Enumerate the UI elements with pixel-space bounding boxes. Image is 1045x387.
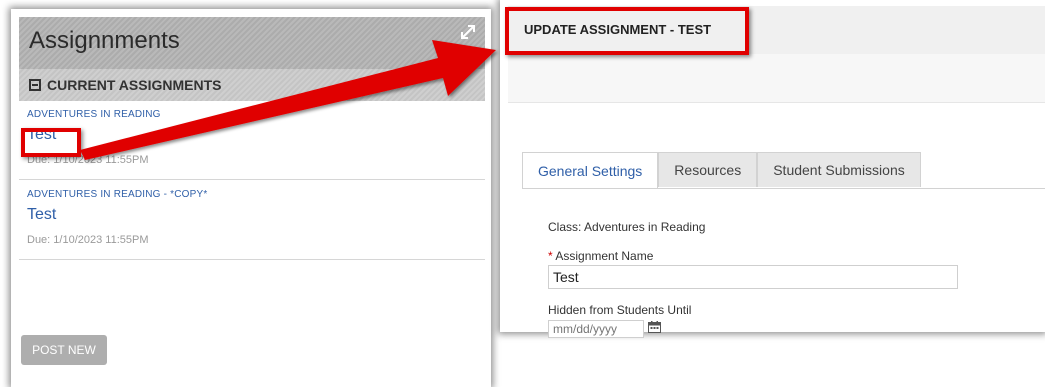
annotation-box-title	[505, 7, 749, 55]
assignment-class[interactable]: ADVENTURES IN READING	[27, 109, 161, 120]
section-title: CURRENT ASSIGNMENTS	[47, 77, 222, 93]
class-line: Class: Adventures in Reading	[548, 220, 706, 234]
post-new-button[interactable]: POST NEW	[21, 335, 107, 365]
assignment-name-label-text: Assignment Name	[555, 249, 654, 263]
hidden-until-date-input[interactable]	[548, 320, 644, 338]
tab-general-settings[interactable]: General Settings	[522, 152, 659, 189]
minus-square-icon[interactable]	[29, 79, 41, 91]
tab-divider	[522, 188, 1045, 189]
annotation-box-test-link	[21, 128, 81, 157]
assignments-panel: Assignnments CURRENT ASSIGNMENTS ADVENTU…	[11, 9, 491, 387]
tab-student-submissions[interactable]: Student Submissions	[757, 152, 921, 187]
tab-resources[interactable]: Resources	[658, 152, 758, 187]
expand-icon[interactable]	[459, 23, 477, 41]
hidden-until-label: Hidden from Students Until	[548, 303, 692, 317]
current-assignments-header[interactable]: CURRENT ASSIGNMENTS	[19, 69, 485, 101]
tab-bar: General Settings Resources Student Submi…	[522, 152, 921, 189]
required-marker: *	[548, 249, 553, 263]
header-subbar	[508, 54, 1045, 103]
assignment-name-link[interactable]: Test	[27, 206, 56, 224]
assignment-name-label: * Assignment Name	[548, 249, 653, 263]
assignment-class[interactable]: ADVENTURES IN READING - *COPY*	[27, 189, 207, 200]
assignment-name-input[interactable]	[548, 265, 958, 289]
calendar-icon[interactable]	[648, 321, 661, 333]
panel-title: Assignnments	[29, 27, 180, 54]
panel-header: Assignnments	[19, 17, 485, 69]
assignment-item: ADVENTURES IN READING Test Due: 1/10/202…	[19, 101, 485, 180]
assignment-item: ADVENTURES IN READING - *COPY* Test Due:…	[19, 181, 485, 260]
assignment-due: Due: 1/10/2023 11:55PM	[27, 234, 149, 246]
